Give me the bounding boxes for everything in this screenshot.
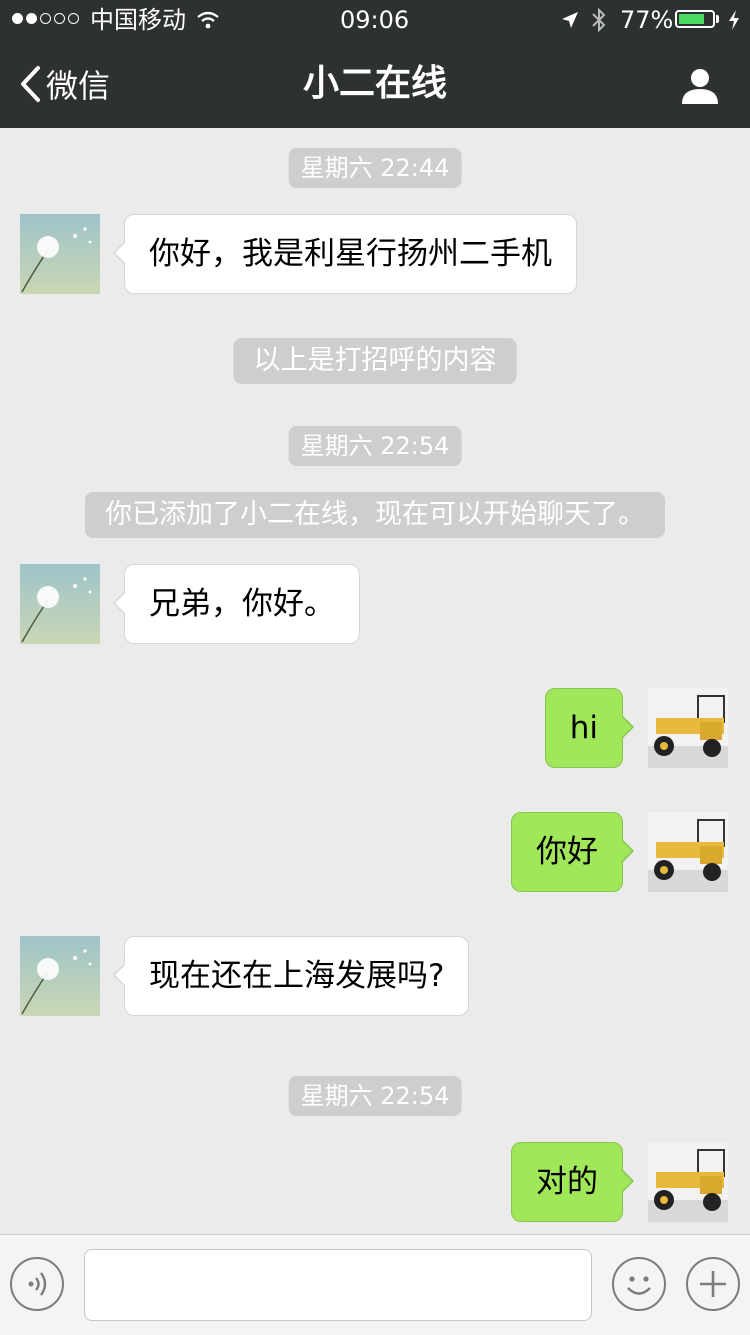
- grader-image: [648, 812, 728, 892]
- plus-icon: [700, 1271, 726, 1297]
- person-icon[interactable]: [680, 66, 720, 106]
- input-bar: [0, 1234, 750, 1335]
- navigation-bar: 中国移动 09:06 77% 微信 小二在线: [0, 0, 750, 128]
- system-notice: 以上是打招呼的内容: [233, 338, 517, 384]
- battery-percent: 77%: [620, 6, 674, 34]
- voice-button[interactable]: [10, 1257, 64, 1311]
- grader-image: [648, 1142, 728, 1222]
- more-button[interactable]: [686, 1257, 740, 1311]
- system-notice: 你已添加了小二在线，现在可以开始聊天了。: [85, 492, 665, 538]
- location-arrow-icon: [562, 12, 578, 28]
- outgoing-message: 你好: [511, 812, 634, 892]
- voice-icon: [28, 1272, 47, 1296]
- timestamp: 星期六 22:44: [288, 148, 462, 188]
- timestamp: 星期六 22:54: [288, 1076, 462, 1116]
- dandelion-image: [20, 214, 100, 294]
- charging-bolt-icon: [729, 10, 739, 30]
- message-input[interactable]: [84, 1249, 592, 1321]
- my-avatar[interactable]: [648, 1142, 728, 1222]
- battery-icon: [675, 10, 715, 28]
- outgoing-message: 对的: [511, 1142, 634, 1222]
- dandelion-image: [20, 936, 100, 1016]
- bluetooth-icon: [592, 7, 606, 33]
- emoji-icon: [627, 1276, 651, 1295]
- contact-avatar[interactable]: [20, 936, 100, 1016]
- carrier-label: 中国移动: [90, 6, 186, 34]
- incoming-message: 你好，我是利星行扬州二手机: [113, 214, 577, 294]
- incoming-message: 现在还在上海发展吗?: [112, 936, 470, 1016]
- clock: 09:06: [340, 6, 410, 34]
- contact-avatar[interactable]: [20, 564, 100, 644]
- battery-tip: [716, 15, 719, 23]
- wifi-icon: [197, 11, 219, 29]
- emoji-button[interactable]: [612, 1257, 666, 1311]
- grader-image: [648, 688, 728, 768]
- signal-dots-icon: [12, 13, 79, 24]
- contact-avatar[interactable]: [20, 214, 100, 294]
- outgoing-message: hi: [544, 688, 635, 768]
- chat-title: 小二在线: [302, 63, 447, 104]
- incoming-message: 兄弟，你好。: [113, 564, 360, 644]
- my-avatar[interactable]: [648, 688, 728, 768]
- my-avatar[interactable]: [648, 812, 728, 892]
- dandelion-image: [20, 564, 100, 644]
- timestamp: 星期六 22:54: [288, 426, 462, 466]
